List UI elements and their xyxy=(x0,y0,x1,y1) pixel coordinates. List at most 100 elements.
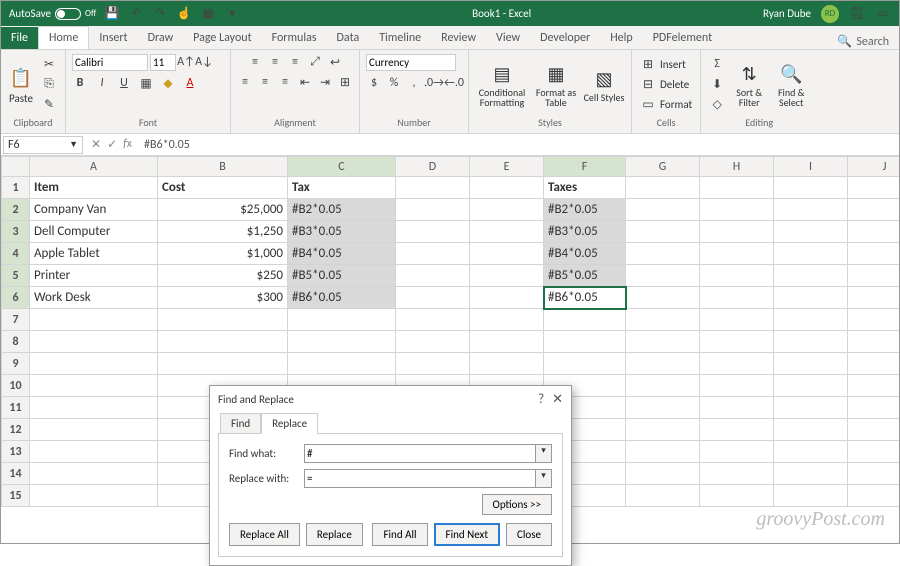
row-header-7[interactable]: 7 xyxy=(2,309,30,331)
cell-A13[interactable] xyxy=(30,441,158,463)
align-top-icon[interactable]: ≡ xyxy=(247,54,263,70)
notes-icon[interactable]: 🗒 xyxy=(849,6,865,22)
cell-C7[interactable] xyxy=(288,309,396,331)
format-painter-button[interactable]: ✎ xyxy=(39,95,59,113)
conditional-formatting-icon[interactable]: ▤ xyxy=(488,60,516,88)
col-header-C[interactable]: C xyxy=(288,157,396,177)
italic-icon[interactable]: I xyxy=(94,75,110,91)
col-header-E[interactable]: E xyxy=(470,157,544,177)
cell-B4[interactable]: $1,000 xyxy=(158,243,288,265)
autosum-button[interactable]: Σ xyxy=(707,55,727,73)
cell-C1[interactable]: Tax xyxy=(288,177,396,199)
redo-icon[interactable]: ↷ xyxy=(152,6,168,22)
align-bottom-icon[interactable]: ≡ xyxy=(287,54,303,70)
cell-G1[interactable] xyxy=(626,177,700,199)
find-next-button[interactable]: Find Next xyxy=(434,523,501,546)
cell-J9[interactable] xyxy=(848,353,900,375)
cell-C6[interactable]: #B6*0.05 xyxy=(288,287,396,309)
table-icon[interactable]: ▦ xyxy=(200,6,216,22)
cell-J10[interactable] xyxy=(848,375,900,397)
cell-F9[interactable] xyxy=(544,353,626,375)
cell-G13[interactable] xyxy=(626,441,700,463)
format-cells-button[interactable]: ▭Format xyxy=(638,95,694,113)
cell-H4[interactable] xyxy=(700,243,774,265)
formula-input[interactable]: #B6*0.05 xyxy=(138,136,899,154)
col-header-B[interactable]: B xyxy=(158,157,288,177)
row-header-6[interactable]: 6 xyxy=(2,287,30,309)
touch-icon[interactable]: ☝ xyxy=(176,6,192,22)
align-left-icon[interactable]: ≡ xyxy=(237,74,253,90)
col-header-D[interactable]: D xyxy=(396,157,470,177)
percent-icon[interactable]: % xyxy=(386,75,402,91)
cell-F7[interactable] xyxy=(544,309,626,331)
cell-B7[interactable] xyxy=(158,309,288,331)
cell-H2[interactable] xyxy=(700,199,774,221)
cell-D6[interactable] xyxy=(396,287,470,309)
cell-D4[interactable] xyxy=(396,243,470,265)
options-button[interactable]: Options >> xyxy=(482,494,552,515)
cell-J1[interactable] xyxy=(848,177,900,199)
cell-B5[interactable]: $250 xyxy=(158,265,288,287)
cell-C2[interactable]: #B2*0.05 xyxy=(288,199,396,221)
row-header-12[interactable]: 12 xyxy=(2,419,30,441)
cell-A15[interactable] xyxy=(30,485,158,507)
tab-pdfelement[interactable]: PDFelement xyxy=(643,27,722,49)
wrap-text-icon[interactable]: ↩ xyxy=(327,54,343,70)
cell-I11[interactable] xyxy=(774,397,848,419)
row-header-9[interactable]: 9 xyxy=(2,353,30,375)
cell-H12[interactable] xyxy=(700,419,774,441)
tab-data[interactable]: Data xyxy=(327,27,370,49)
border-icon[interactable]: ▦ xyxy=(138,75,154,91)
font-size[interactable] xyxy=(150,54,176,71)
cell-C9[interactable] xyxy=(288,353,396,375)
cell-B9[interactable] xyxy=(158,353,288,375)
cell-G3[interactable] xyxy=(626,221,700,243)
find-all-button[interactable]: Find All xyxy=(372,523,427,546)
cell-A8[interactable] xyxy=(30,331,158,353)
cell-A2[interactable]: Company Van xyxy=(30,199,158,221)
cell-G4[interactable] xyxy=(626,243,700,265)
cell-E7[interactable] xyxy=(470,309,544,331)
increase-decimal-icon[interactable]: .0→ xyxy=(426,75,442,91)
row-header-13[interactable]: 13 xyxy=(2,441,30,463)
replace-dropdown-icon[interactable]: ▾ xyxy=(536,469,552,488)
tab-review[interactable]: Review xyxy=(431,27,486,49)
cell-I15[interactable] xyxy=(774,485,848,507)
cell-A12[interactable] xyxy=(30,419,158,441)
cell-J6[interactable] xyxy=(848,287,900,309)
cell-A10[interactable] xyxy=(30,375,158,397)
cell-D3[interactable] xyxy=(396,221,470,243)
cell-J3[interactable] xyxy=(848,221,900,243)
ribbon-options-icon[interactable]: ▭ xyxy=(875,6,891,22)
cell-I4[interactable] xyxy=(774,243,848,265)
cell-B3[interactable]: $1,250 xyxy=(158,221,288,243)
find-what-input[interactable] xyxy=(304,444,536,463)
cell-H13[interactable] xyxy=(700,441,774,463)
decrease-decimal-icon[interactable]: ←.0 xyxy=(446,75,462,91)
cell-G6[interactable] xyxy=(626,287,700,309)
cell-I5[interactable] xyxy=(774,265,848,287)
replace-button[interactable]: Replace xyxy=(306,523,363,546)
autosave-toggle[interactable]: AutoSave Off xyxy=(9,7,96,20)
underline-icon[interactable]: U xyxy=(116,75,132,91)
copy-button[interactable]: ⎘ xyxy=(39,75,59,93)
tab-draw[interactable]: Draw xyxy=(138,27,184,49)
row-header-4[interactable]: 4 xyxy=(2,243,30,265)
cell-A9[interactable] xyxy=(30,353,158,375)
currency-icon[interactable]: $ xyxy=(366,75,382,91)
row-header-2[interactable]: 2 xyxy=(2,199,30,221)
tab-formulas[interactable]: Formulas xyxy=(262,27,327,49)
bold-icon[interactable]: B xyxy=(72,75,88,91)
cell-I13[interactable] xyxy=(774,441,848,463)
cell-D7[interactable] xyxy=(396,309,470,331)
fill-color-icon[interactable]: ◆ xyxy=(160,75,176,91)
cell-E6[interactable] xyxy=(470,287,544,309)
cell-I1[interactable] xyxy=(774,177,848,199)
cell-G10[interactable] xyxy=(626,375,700,397)
col-header-H[interactable]: H xyxy=(700,157,774,177)
cell-G2[interactable] xyxy=(626,199,700,221)
cell-H14[interactable] xyxy=(700,463,774,485)
cell-H1[interactable] xyxy=(700,177,774,199)
cell-A4[interactable]: Apple Tablet xyxy=(30,243,158,265)
cell-F5[interactable]: #B5*0.05 xyxy=(544,265,626,287)
